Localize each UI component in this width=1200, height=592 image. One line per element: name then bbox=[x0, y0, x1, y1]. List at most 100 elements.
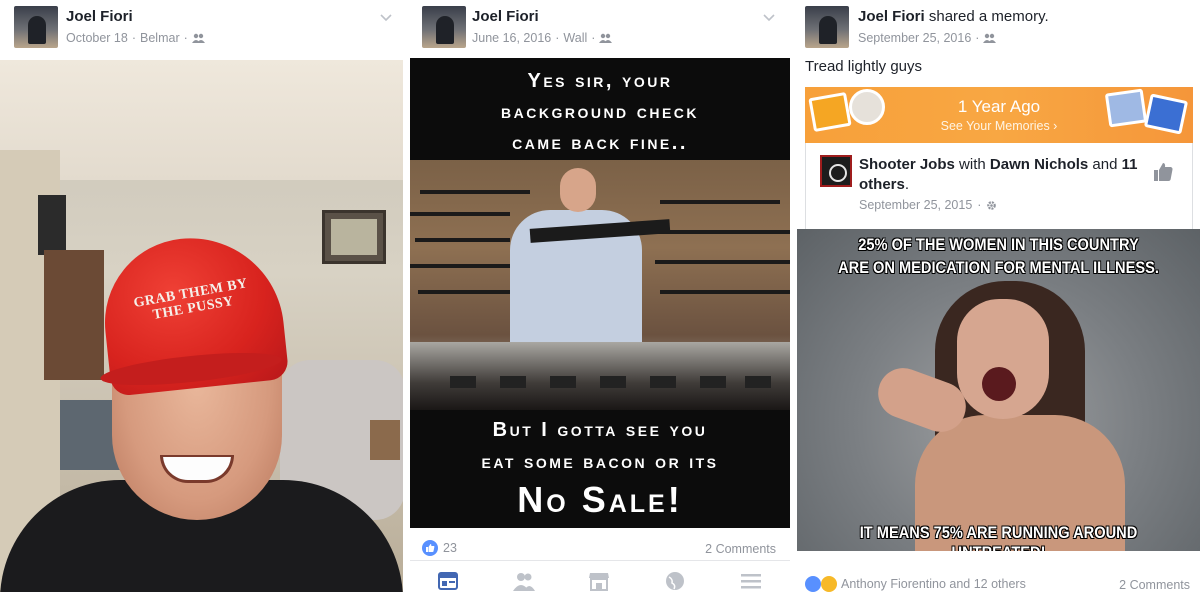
like-icon bbox=[422, 540, 438, 556]
meme-punchline: No Sale! bbox=[517, 479, 683, 520]
friends-icon bbox=[191, 33, 205, 43]
action-text: shared a memory. bbox=[928, 8, 1049, 25]
separator: · bbox=[977, 198, 982, 212]
post-meta: September 25, 2016 · bbox=[858, 31, 997, 45]
post-photo[interactable]: GRAB THEM BY THE PUSSY bbox=[0, 60, 403, 592]
post-panel-1: Joel Fiori October 18 · Belmar · GRAB TH… bbox=[0, 0, 403, 592]
like-icon bbox=[805, 576, 821, 592]
chevron-down-icon[interactable] bbox=[762, 10, 776, 24]
meme-top-text: 25% OF THE WOMEN IN THIS COUNTRY ARE ON … bbox=[825, 233, 1172, 279]
author-name[interactable]: Joel Fiori bbox=[66, 8, 133, 25]
page-name[interactable]: Shooter Jobs bbox=[859, 156, 955, 173]
separator: · bbox=[183, 31, 188, 45]
woman-mouth bbox=[982, 367, 1016, 401]
with-word: with bbox=[959, 156, 986, 173]
shared-post-meta: September 25, 2015 · bbox=[859, 198, 997, 212]
bottom-tab-bar bbox=[410, 560, 790, 592]
reactors-text: Anthony Fiorentino and 12 others bbox=[841, 577, 1026, 591]
post-header: Joel Fiori shared a memory. September 25… bbox=[797, 0, 1200, 58]
friends-icon bbox=[599, 33, 613, 43]
separator: · bbox=[131, 31, 137, 45]
post-date[interactable]: June 16, 2016 bbox=[472, 31, 551, 45]
meme-image[interactable]: 25% OF THE WOMEN IN THIS COUNTRY ARE ON … bbox=[797, 229, 1200, 551]
shopkeeper-head bbox=[560, 168, 596, 212]
meme-line: came back fine.. bbox=[512, 132, 688, 154]
pistol bbox=[650, 376, 676, 388]
meme-line: 25% OF THE WOMEN IN THIS COUNTRY bbox=[858, 235, 1139, 254]
avatar[interactable] bbox=[805, 6, 849, 48]
avatar[interactable] bbox=[422, 6, 466, 48]
rifle-rack bbox=[415, 238, 510, 242]
tagged-person[interactable]: Dawn Nichols bbox=[990, 156, 1088, 173]
wall-picture bbox=[322, 210, 386, 264]
news-feed-icon[interactable] bbox=[437, 571, 459, 591]
memory-title: 1 Year Ago bbox=[957, 97, 1041, 116]
author-name[interactable]: Joel Fiori bbox=[858, 8, 925, 25]
comments-link[interactable]: 2 Comments bbox=[705, 542, 776, 556]
lamp bbox=[370, 420, 400, 460]
gear-icon bbox=[987, 200, 997, 210]
reaction-count: 23 bbox=[443, 541, 457, 555]
haha-icon bbox=[821, 576, 837, 592]
comments-link[interactable]: 2 Comments bbox=[1119, 578, 1190, 592]
rifle-rack bbox=[650, 230, 790, 234]
post-header: Joel Fiori October 18 · Belmar · bbox=[0, 0, 403, 58]
woman-face bbox=[957, 299, 1049, 419]
pistol bbox=[500, 376, 526, 388]
pistol bbox=[550, 376, 576, 388]
meme-line: eat some bacon or its bbox=[481, 451, 719, 473]
rifle-rack bbox=[410, 212, 510, 216]
meme-line: But I gotta see you bbox=[492, 419, 708, 441]
shared-post-date[interactable]: September 25, 2015 bbox=[859, 198, 972, 212]
pistol bbox=[745, 376, 771, 388]
separator: · bbox=[591, 31, 596, 45]
fireplace bbox=[44, 250, 104, 380]
marketplace-icon[interactable] bbox=[588, 571, 610, 591]
meme-bottom-text: But I gotta see you eat some bacon or it… bbox=[410, 414, 790, 522]
page-logo[interactable] bbox=[820, 155, 852, 187]
menu-icon[interactable] bbox=[740, 571, 762, 591]
avatar[interactable] bbox=[14, 6, 58, 48]
gun-shop-photo bbox=[410, 160, 790, 410]
meme-line: Yes sir, your bbox=[527, 70, 673, 92]
separator: · bbox=[555, 31, 560, 45]
meme-line: background check bbox=[501, 101, 699, 123]
globe-icon[interactable] bbox=[664, 571, 686, 591]
post-panel-2: Joel Fiori June 16, 2016 · Wall · Yes si… bbox=[410, 0, 790, 592]
meme-image[interactable]: Yes sir, your background check came back… bbox=[410, 58, 790, 528]
reaction-summary[interactable]: Anthony Fiorentino and 12 others bbox=[805, 576, 1026, 592]
meme-bottom-text: IT MEANS 75% ARE RUNNING AROUND UNTREATE… bbox=[859, 523, 1138, 551]
meme-line: ARE ON MEDICATION FOR MENTAL ILLNESS. bbox=[838, 258, 1159, 277]
post-date[interactable]: September 25, 2016 bbox=[858, 31, 971, 45]
post-meta: October 18 · Belmar · bbox=[66, 31, 205, 45]
pistol bbox=[450, 376, 476, 388]
post-location[interactable]: Belmar bbox=[140, 31, 180, 45]
like-thumb-icon[interactable] bbox=[1152, 161, 1174, 183]
friends-tab-icon[interactable] bbox=[513, 571, 535, 591]
post-meta: June 16, 2016 · Wall · bbox=[472, 31, 613, 45]
separator: · bbox=[975, 31, 980, 45]
rifle-rack bbox=[660, 290, 790, 294]
memories-banner[interactable]: 1 Year Ago See Your Memories › bbox=[805, 87, 1193, 143]
rifle-rack bbox=[655, 260, 790, 264]
post-location[interactable]: Wall bbox=[563, 31, 587, 45]
tv bbox=[38, 195, 66, 255]
shared-post-header: Shooter Jobs with Dawn Nichols and 11 ot… bbox=[859, 155, 1149, 195]
room-ceiling bbox=[0, 60, 403, 180]
reaction-summary[interactable]: 23 bbox=[422, 540, 457, 556]
chevron-down-icon[interactable] bbox=[379, 10, 393, 24]
author-name[interactable]: Joel Fiori bbox=[472, 8, 539, 25]
period: . bbox=[904, 176, 910, 193]
pistol bbox=[600, 376, 626, 388]
friends-icon bbox=[983, 33, 997, 43]
post-panel-3: Joel Fiori shared a memory. September 25… bbox=[797, 0, 1200, 592]
rifle-rack bbox=[410, 264, 510, 268]
status-text: Tread lightly guys bbox=[805, 58, 922, 75]
see-memories-link[interactable]: See Your Memories › bbox=[805, 119, 1193, 133]
post-date[interactable]: October 18 bbox=[66, 31, 128, 45]
rifle-rack bbox=[420, 190, 530, 194]
rifle-rack bbox=[660, 200, 780, 204]
and-word: and bbox=[1092, 156, 1118, 173]
post-headline: Joel Fiori shared a memory. bbox=[858, 8, 1049, 25]
shared-post: Shooter Jobs with Dawn Nichols and 11 ot… bbox=[805, 143, 1193, 229]
